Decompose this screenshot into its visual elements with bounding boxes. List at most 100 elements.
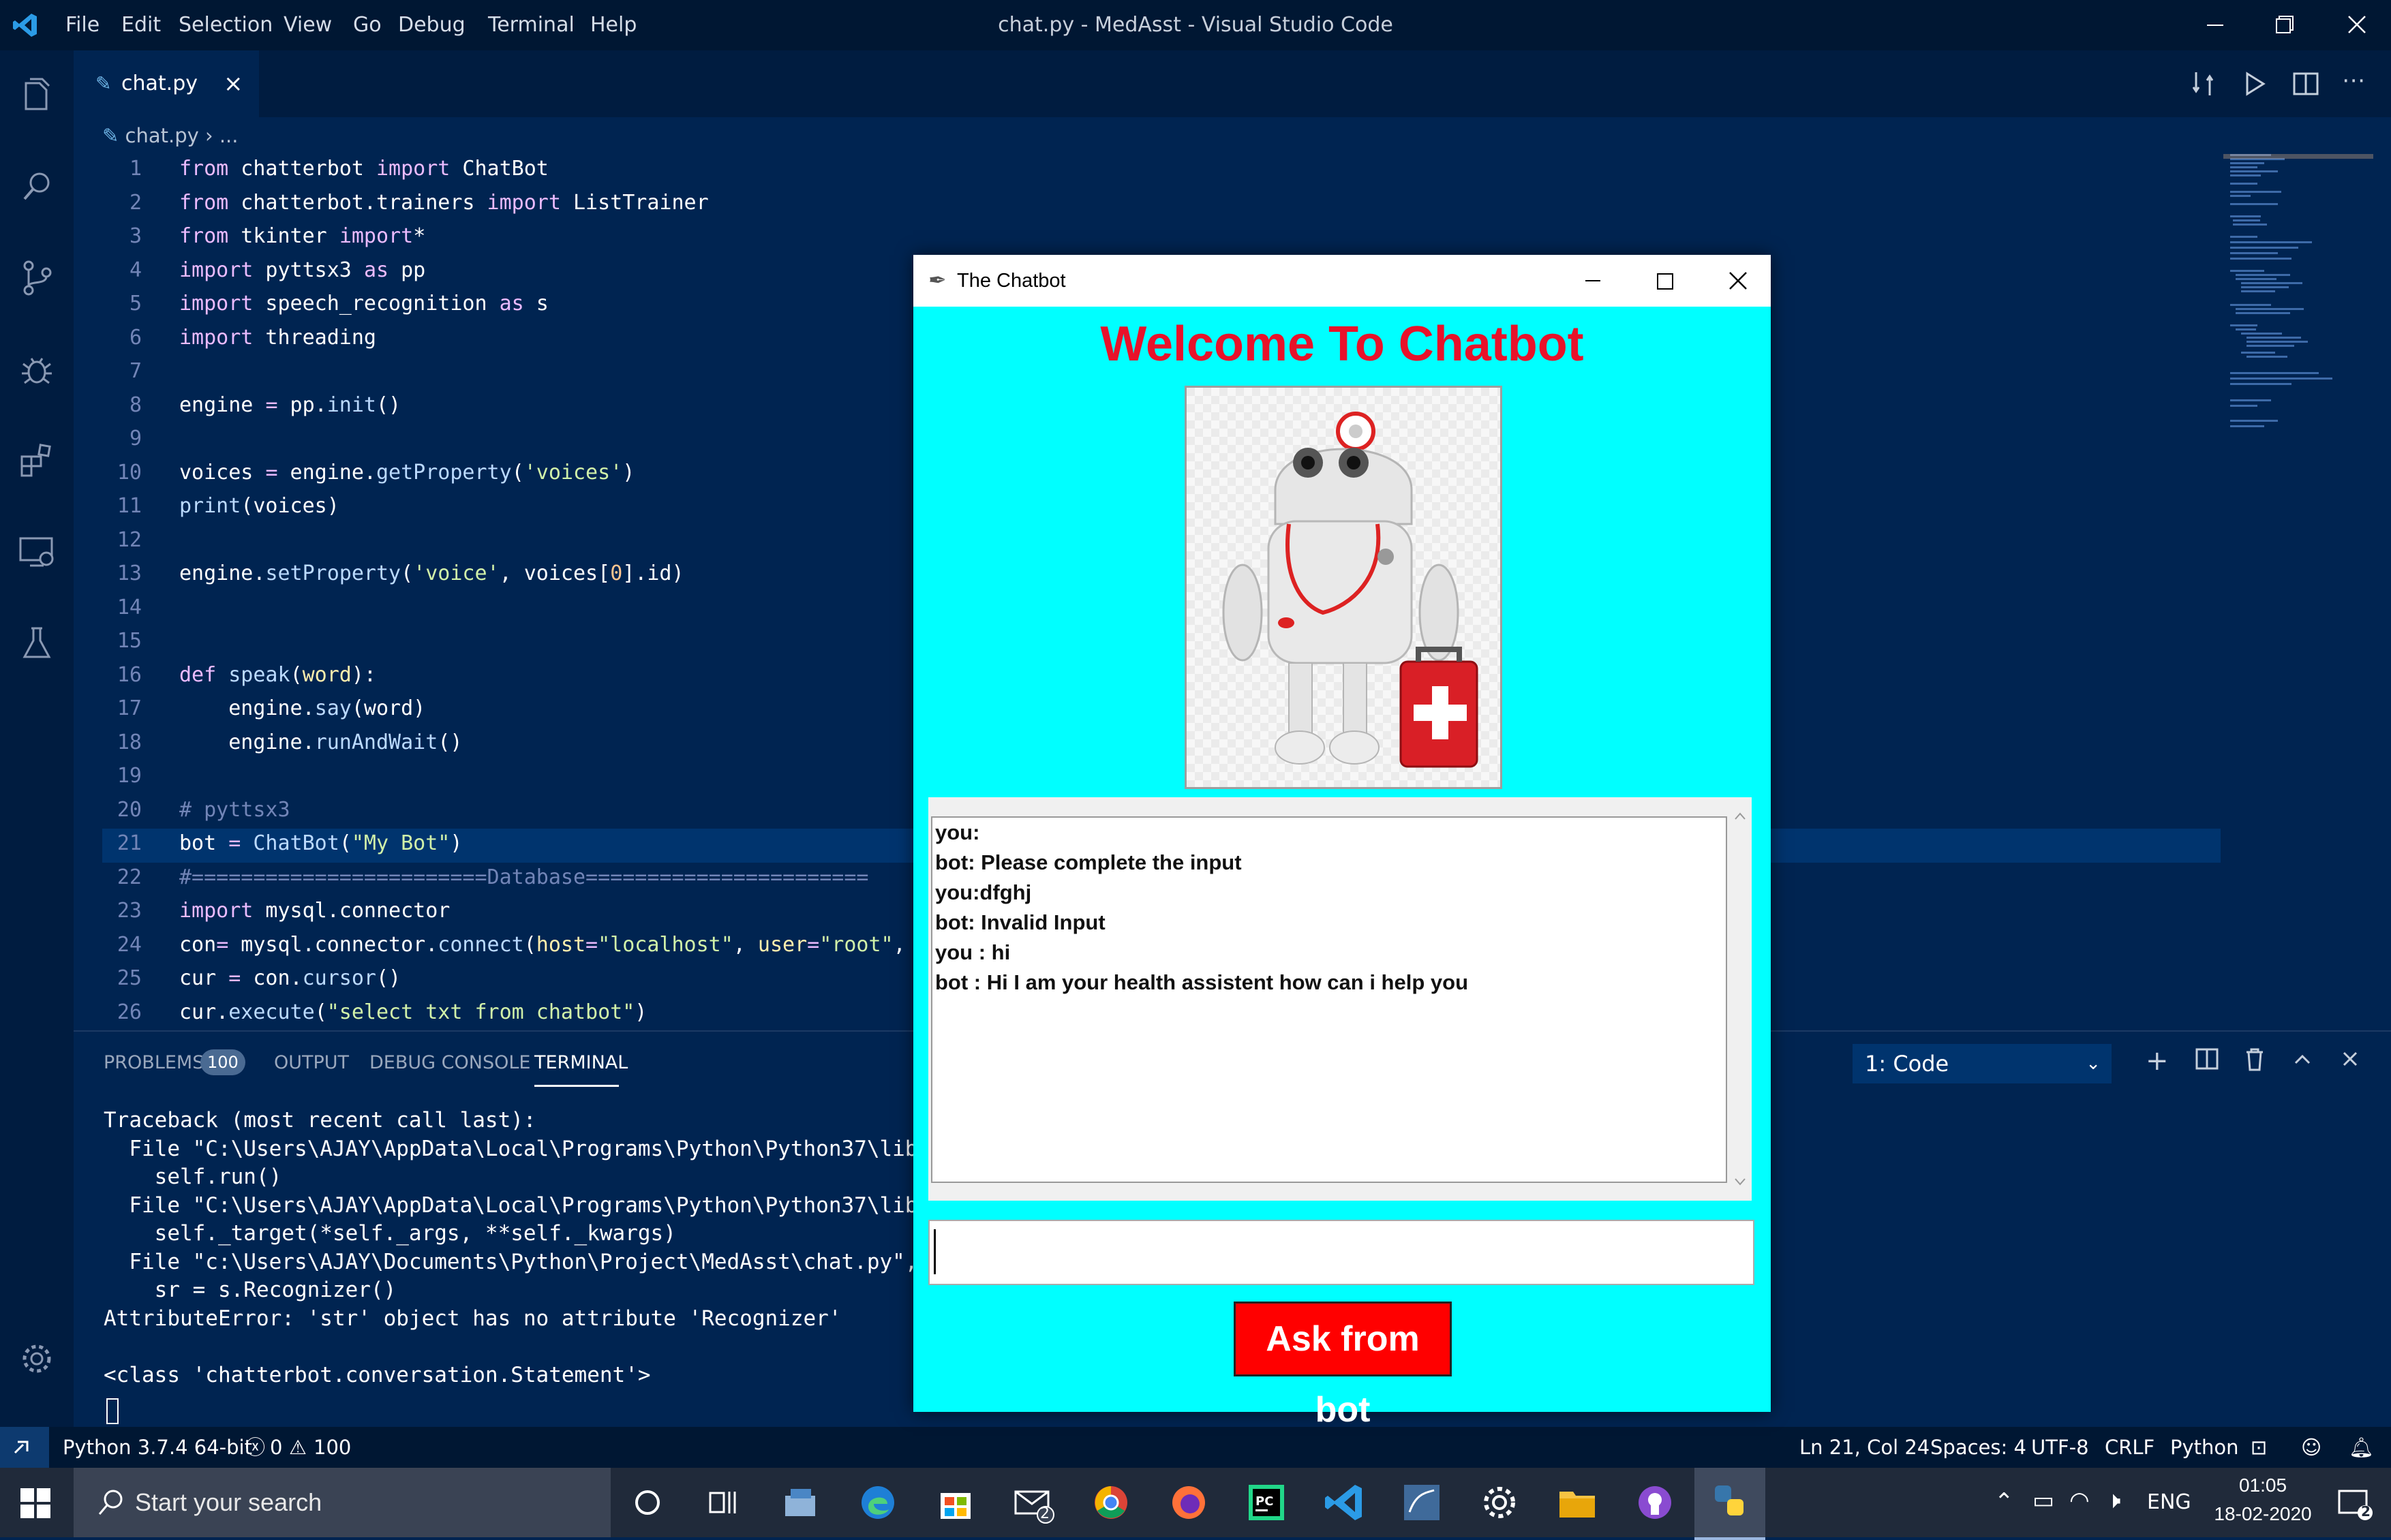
encoding[interactable]: UTF-8 <box>2031 1427 2089 1468</box>
cortana-icon[interactable] <box>624 1479 671 1526</box>
warning-icon[interactable]: ⚠ <box>289 1427 307 1468</box>
tab-debug-console[interactable]: DEBUG CONSOLE <box>369 1052 530 1073</box>
code-token: (voices) <box>241 494 339 518</box>
vscode-taskbar-icon[interactable] <box>1321 1479 1367 1526</box>
split-terminal-icon[interactable] <box>2193 1045 2221 1073</box>
breadcrumb-separator-icon: › <box>205 124 219 147</box>
language-mode[interactable]: Python <box>2170 1427 2239 1468</box>
minimap[interactable] <box>2223 154 2373 563</box>
mysql-workbench-icon[interactable] <box>1399 1479 1445 1526</box>
firefox-icon[interactable] <box>1166 1479 1212 1526</box>
code-token: pyttsx3 <box>253 258 364 282</box>
python-interpreter[interactable]: Python 3.7.4 64-bit <box>63 1427 252 1468</box>
file-explorer-icon[interactable] <box>1554 1479 1600 1526</box>
edge-browser-icon[interactable] <box>855 1479 901 1526</box>
code-token: ) <box>450 831 463 855</box>
remote-explorer-icon[interactable] <box>16 532 57 572</box>
restore-button[interactable] <box>2249 0 2317 50</box>
python-app-active[interactable] <box>1694 1468 1765 1540</box>
notifications-icon[interactable]: 2 <box>2335 1484 2373 1522</box>
source-control-icon[interactable] <box>16 258 57 298</box>
chatbot-close-button[interactable] <box>1703 255 1771 307</box>
chat-input[interactable] <box>928 1220 1754 1285</box>
new-terminal-icon[interactable]: + <box>2146 1045 2169 1077</box>
chevron-down-icon: ⌄ <box>2086 1053 2101 1074</box>
feedback-icon[interactable]: ☺ <box>2301 1427 2321 1468</box>
indentation[interactable]: Spaces: 4 <box>1930 1427 2026 1468</box>
github-desktop-icon[interactable] <box>1632 1479 1678 1526</box>
chrome-icon[interactable] <box>1088 1479 1134 1526</box>
tab-chat-py[interactable]: ✎ chat.py × <box>74 50 259 117</box>
error-count[interactable]: 0 <box>270 1427 282 1468</box>
ask-from-bot-button[interactable]: Ask from bot <box>1234 1302 1452 1430</box>
cursor-position[interactable]: Ln 21, Col 24 <box>1799 1427 1930 1468</box>
more-actions-icon[interactable]: ⋯ <box>2336 67 2371 101</box>
battery-icon[interactable]: ▭ <box>2032 1487 2054 1514</box>
language-indicator[interactable]: ENG <box>2147 1468 2191 1537</box>
terminal-status-icon[interactable]: ⊡ <box>2251 1427 2267 1468</box>
code-token: = <box>228 966 241 990</box>
menu-go[interactable]: Go <box>353 0 382 50</box>
line-number: 10 <box>117 460 142 484</box>
settings-gear-icon[interactable] <box>1476 1479 1523 1526</box>
chat-log[interactable]: you: bot: Please complete the input you:… <box>931 816 1727 1183</box>
pinned-app-icon[interactable] <box>777 1479 823 1526</box>
tab-output[interactable]: OUTPUT <box>274 1052 349 1073</box>
debug-icon[interactable] <box>16 349 57 390</box>
split-editor-icon[interactable] <box>2289 67 2323 101</box>
breadcrumb-rest[interactable]: ... <box>219 124 239 147</box>
chat-log-line: you:dfghj <box>935 880 1032 904</box>
code-token: = <box>216 932 229 957</box>
mail-icon[interactable]: 2 <box>1010 1479 1056 1526</box>
taskbar-search-box[interactable]: Start your search <box>74 1468 611 1537</box>
code-token: cur <box>179 966 229 990</box>
code-line: cur = con.cursor() <box>179 966 401 990</box>
terminal-select[interactable]: 1: Code ⌄ <box>1853 1044 2112 1083</box>
notifications-bell-icon[interactable]: 🔔︎ <box>2349 1427 2374 1468</box>
close-panel-icon[interactable] <box>2336 1045 2364 1073</box>
tab-close-icon[interactable]: × <box>224 50 243 117</box>
testing-flask-icon[interactable] <box>16 623 57 664</box>
search-icon[interactable] <box>16 166 57 207</box>
run-icon[interactable] <box>2238 67 2272 101</box>
pycharm-icon[interactable]: PC <box>1243 1479 1290 1526</box>
compare-changes-icon[interactable] <box>2187 67 2221 101</box>
chatbot-maximize-button[interactable] <box>1630 255 1699 307</box>
tab-terminal[interactable]: TERMINAL <box>534 1052 628 1073</box>
code-line: engine.setProperty('voice', voices[0].id… <box>179 561 684 585</box>
clock[interactable]: 01:05 18-02-2020 <box>2202 1475 2324 1525</box>
menu-debug[interactable]: Debug <box>398 0 466 50</box>
line-ending[interactable]: CRLF <box>2105 1427 2154 1468</box>
maximize-panel-icon[interactable] <box>2289 1045 2316 1073</box>
code-line: cur.execute("select txt from chatbot") <box>179 1000 647 1024</box>
chat-log-scrollbar[interactable] <box>1731 803 1749 1195</box>
chatbot-minimize-button[interactable] <box>1558 255 1626 307</box>
code-token: def <box>179 662 217 687</box>
menu-help[interactable]: Help <box>590 0 637 50</box>
task-view-icon[interactable] <box>699 1479 746 1526</box>
menu-terminal[interactable]: Terminal <box>488 0 575 50</box>
store-icon[interactable] <box>932 1479 979 1526</box>
code-token: chatterbot.trainers <box>228 190 487 215</box>
warning-count[interactable]: 100 <box>314 1427 351 1468</box>
chevron-up-icon[interactable]: ⌃ <box>1994 1488 2014 1515</box>
settings-gear-icon[interactable] <box>16 1338 57 1379</box>
wifi-icon[interactable]: ◠ <box>2069 1487 2090 1514</box>
minimize-button[interactable] <box>2181 0 2249 50</box>
tab-problems[interactable]: PROBLEMS <box>104 1052 204 1073</box>
code-token: 0 <box>610 561 623 585</box>
explorer-icon[interactable] <box>16 75 57 116</box>
trash-icon[interactable] <box>2241 1045 2268 1073</box>
menu-file[interactable]: File <box>65 0 100 50</box>
windows-start-icon[interactable] <box>20 1488 50 1518</box>
close-window-button[interactable] <box>2323 0 2391 50</box>
menu-selection[interactable]: Selection <box>179 0 273 50</box>
menu-view[interactable]: View <box>284 0 332 50</box>
breadcrumb-file[interactable]: chat.py <box>125 124 199 147</box>
menu-edit[interactable]: Edit <box>121 0 161 50</box>
code-token: = <box>228 831 241 855</box>
error-icon[interactable]: ⓧ <box>245 1427 265 1468</box>
remote-indicator-icon[interactable] <box>0 1427 49 1468</box>
volume-icon[interactable]: 🕨︎ <box>2106 1487 2120 1514</box>
extensions-icon[interactable] <box>16 440 57 481</box>
